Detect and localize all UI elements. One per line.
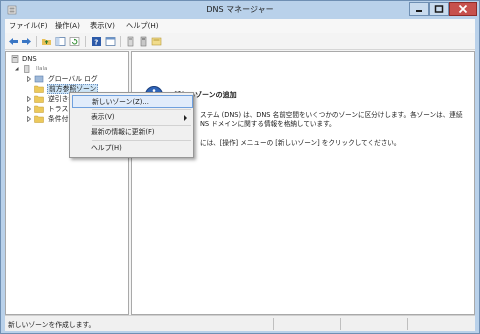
server-icon xyxy=(24,65,30,73)
info-text-line3: には、[操作] メニューの [新しいゾーン] をクリックしてください。 xyxy=(200,139,401,147)
tree-item-dns-root[interactable]: DNS xyxy=(10,54,70,64)
menu-item-label: 表示(V) xyxy=(91,113,115,121)
close-button[interactable] xyxy=(449,2,477,16)
close-icon xyxy=(458,4,468,14)
folder-icon xyxy=(34,95,44,103)
menu-file[interactable]: ファイル(F) xyxy=(9,21,48,31)
status-bar: 新しいゾーンを作成します。 xyxy=(5,315,475,331)
properties-icon[interactable] xyxy=(105,36,116,47)
minimize-button[interactable] xyxy=(409,2,429,16)
info-text-line1: ステム (DNS) は、DNS 名前空間をいくつかのゾーンに区分けします。各ゾー… xyxy=(200,111,463,119)
menu-item-refresh[interactable]: 最新の情報に更新(F) xyxy=(72,126,193,139)
status-segment xyxy=(273,318,274,330)
menu-item-label: 新しいゾーン(Z)... xyxy=(92,98,149,106)
server-icon[interactable] xyxy=(125,36,136,47)
title-bar[interactable]: DNS マネージャー xyxy=(1,1,479,19)
tree-item-global-log[interactable]: グローバル ログ xyxy=(26,74,126,84)
info-text-line2: NS ドメインに関する情報を格納しています。 xyxy=(200,120,336,128)
refresh-icon[interactable] xyxy=(69,36,80,47)
collapse-icon[interactable] xyxy=(14,66,20,72)
expand-icon[interactable] xyxy=(26,106,32,112)
toolbar-separator xyxy=(85,36,86,47)
toolbar-separator xyxy=(36,36,37,47)
menu-item-label: ヘルプ(H) xyxy=(91,144,122,152)
maximize-button[interactable] xyxy=(429,2,449,16)
status-segment xyxy=(407,318,408,330)
console-tree: DNS Ilala グローバル ログ 前方参照ゾーン 逆引き参照ゾーン xyxy=(5,51,129,315)
log-folder-icon xyxy=(34,75,44,83)
menu-separator xyxy=(92,109,191,110)
tree-item-server[interactable]: Ilala xyxy=(14,64,94,74)
status-segment xyxy=(340,318,341,330)
menu-item-view[interactable]: 表示(V) xyxy=(72,111,193,124)
expand-icon[interactable] xyxy=(26,96,32,102)
server-stopped-icon[interactable] xyxy=(138,36,149,47)
menu-item-help[interactable]: ヘルプ(H) xyxy=(72,142,193,155)
window-frame: DNS マネージャー ファイル(F) 操作(A) 表示(V) ヘルプ(H) ? xyxy=(0,0,480,334)
folder-icon xyxy=(34,115,44,123)
detail-pane: 新しいゾーンの追加 ステム (DNS) は、DNS 名前空間をいくつかのゾーンに… xyxy=(131,51,475,315)
expand-icon[interactable] xyxy=(26,76,32,82)
dns-root-icon xyxy=(11,55,19,63)
context-menu: 新しいゾーン(Z)... 表示(V) 最新の情報に更新(F) ヘルプ(H) xyxy=(69,92,194,158)
filter-icon[interactable] xyxy=(151,36,162,47)
folder-icon xyxy=(34,85,44,93)
menu-view[interactable]: 表示(V) xyxy=(90,21,115,31)
menu-separator xyxy=(92,140,191,141)
forward-arrow-icon[interactable] xyxy=(21,36,32,47)
menu-help[interactable]: ヘルプ(H) xyxy=(126,21,159,31)
window-title: DNS マネージャー xyxy=(206,5,274,14)
show-hide-tree-icon[interactable] xyxy=(55,36,66,47)
back-arrow-icon[interactable] xyxy=(8,36,19,47)
menu-item-new-zone[interactable]: 新しいゾーン(Z)... xyxy=(72,95,193,108)
menu-item-label: 最新の情報に更新(F) xyxy=(91,128,155,136)
tree-label-server: Ilala xyxy=(36,66,48,72)
menu-bar: ファイル(F) 操作(A) 表示(V) ヘルプ(H) xyxy=(5,19,475,33)
minimize-icon xyxy=(416,10,422,12)
status-text: 新しいゾーンを作成します。 xyxy=(8,321,96,329)
expand-icon[interactable] xyxy=(26,116,32,122)
client-area: ファイル(F) 操作(A) 表示(V) ヘルプ(H) ? DNS Ilala グ… xyxy=(5,19,475,331)
help-icon[interactable]: ? xyxy=(91,36,102,47)
tree-label-dns: DNS xyxy=(22,55,37,63)
up-folder-icon[interactable] xyxy=(41,36,52,47)
svg-text:?: ? xyxy=(94,39,98,47)
toolbar-separator xyxy=(120,36,121,47)
maximize-icon xyxy=(434,5,444,13)
submenu-arrow-icon xyxy=(184,115,187,121)
toolbar: ? xyxy=(5,33,475,50)
menu-action[interactable]: 操作(A) xyxy=(55,21,80,31)
folder-icon xyxy=(34,105,44,113)
tree-label: グローバル ログ xyxy=(48,75,98,83)
